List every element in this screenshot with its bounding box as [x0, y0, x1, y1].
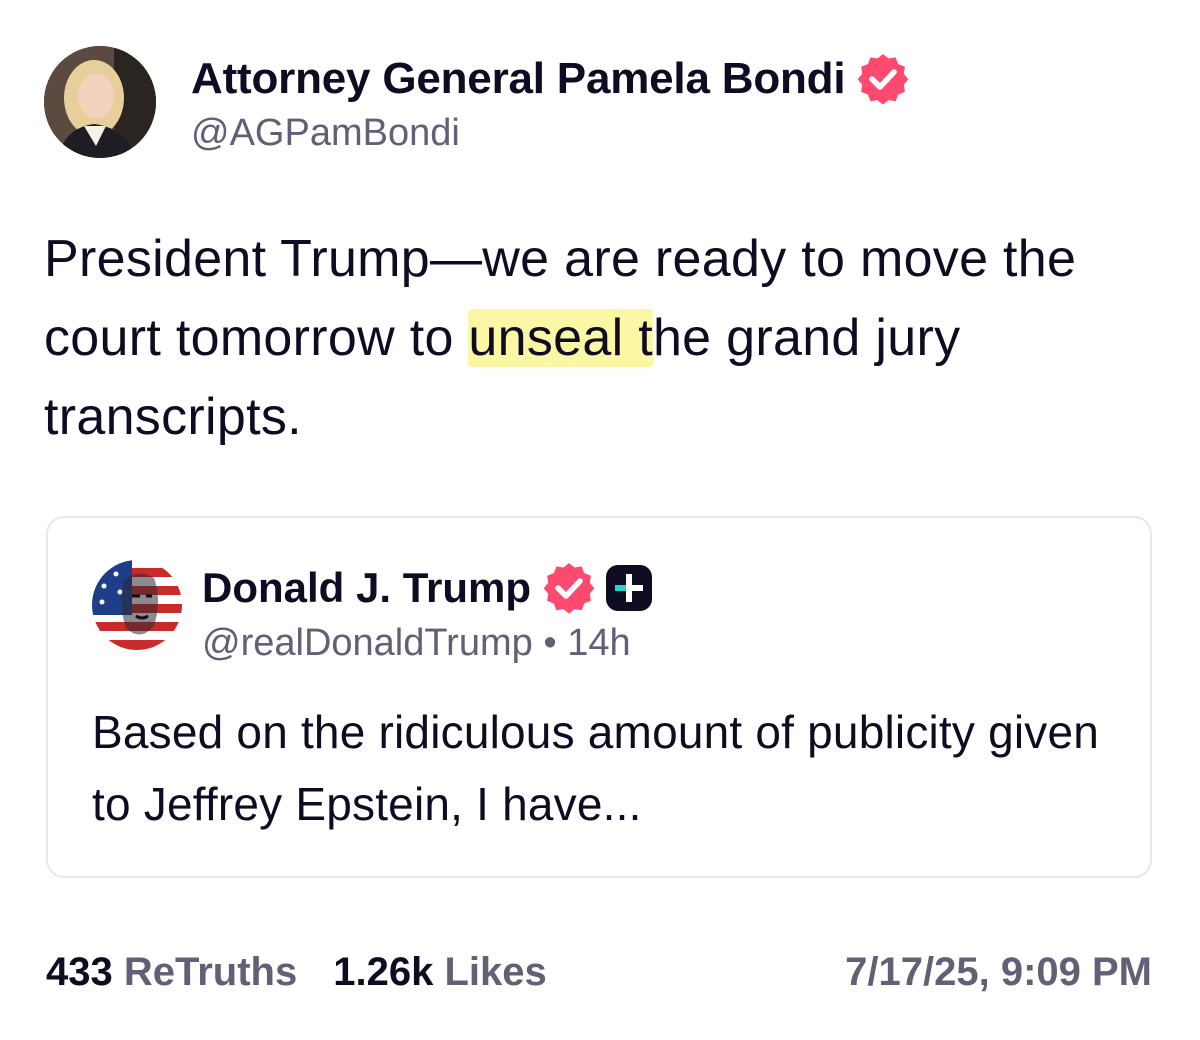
- likes-label: Likes: [444, 950, 547, 994]
- quoted-author-name[interactable]: Donald J. Trump: [202, 564, 531, 612]
- retruths-stat[interactable]: 433 ReTruths: [46, 950, 297, 994]
- highlighted-text: unseal t: [468, 309, 653, 367]
- post-text: President Trump—we are ready to move the…: [44, 220, 1164, 457]
- meta-separator: •: [543, 622, 557, 664]
- quoted-author-handle[interactable]: @realDonaldTrump: [202, 622, 533, 664]
- quoted-post-time: 14h: [567, 622, 631, 664]
- post-timestamp: 7/17/25, 9:09 PM: [845, 950, 1152, 994]
- quoted-author-info: Donald J. Trump @realDonaldTrump • 14h: [202, 560, 653, 665]
- likes-stat[interactable]: 1.26k Likes: [333, 950, 547, 994]
- retruths-label: ReTruths: [123, 950, 298, 994]
- quoted-author-meta: @realDonaldTrump • 14h: [202, 622, 653, 665]
- post-stats: 433 ReTruths 1.26k Likes: [46, 950, 547, 995]
- quoted-post[interactable]: Donald J. Trump @realDonaldTrump • 14h B…: [46, 516, 1152, 878]
- retruths-count: 433: [46, 950, 113, 994]
- author-avatar[interactable]: [44, 46, 156, 158]
- likes-count: 1.26k: [333, 950, 434, 994]
- verified-badge-icon: [543, 562, 595, 614]
- post: Attorney General Pamela Bondi @AGPamBond…: [0, 0, 1200, 1040]
- quoted-post-text: Based on the ridiculous amount of public…: [92, 706, 1100, 830]
- author-info: Attorney General Pamela Bondi @AGPamBond…: [191, 50, 909, 155]
- author-name-row: Attorney General Pamela Bondi: [191, 50, 909, 108]
- author-handle[interactable]: @AGPamBondi: [191, 112, 909, 155]
- truth-plus-icon: [605, 564, 653, 612]
- author-name[interactable]: Attorney General Pamela Bondi: [191, 54, 846, 104]
- quoted-author-name-row: Donald J. Trump: [202, 560, 653, 616]
- quoted-author-avatar[interactable]: [92, 560, 182, 650]
- verified-badge-icon: [857, 53, 909, 105]
